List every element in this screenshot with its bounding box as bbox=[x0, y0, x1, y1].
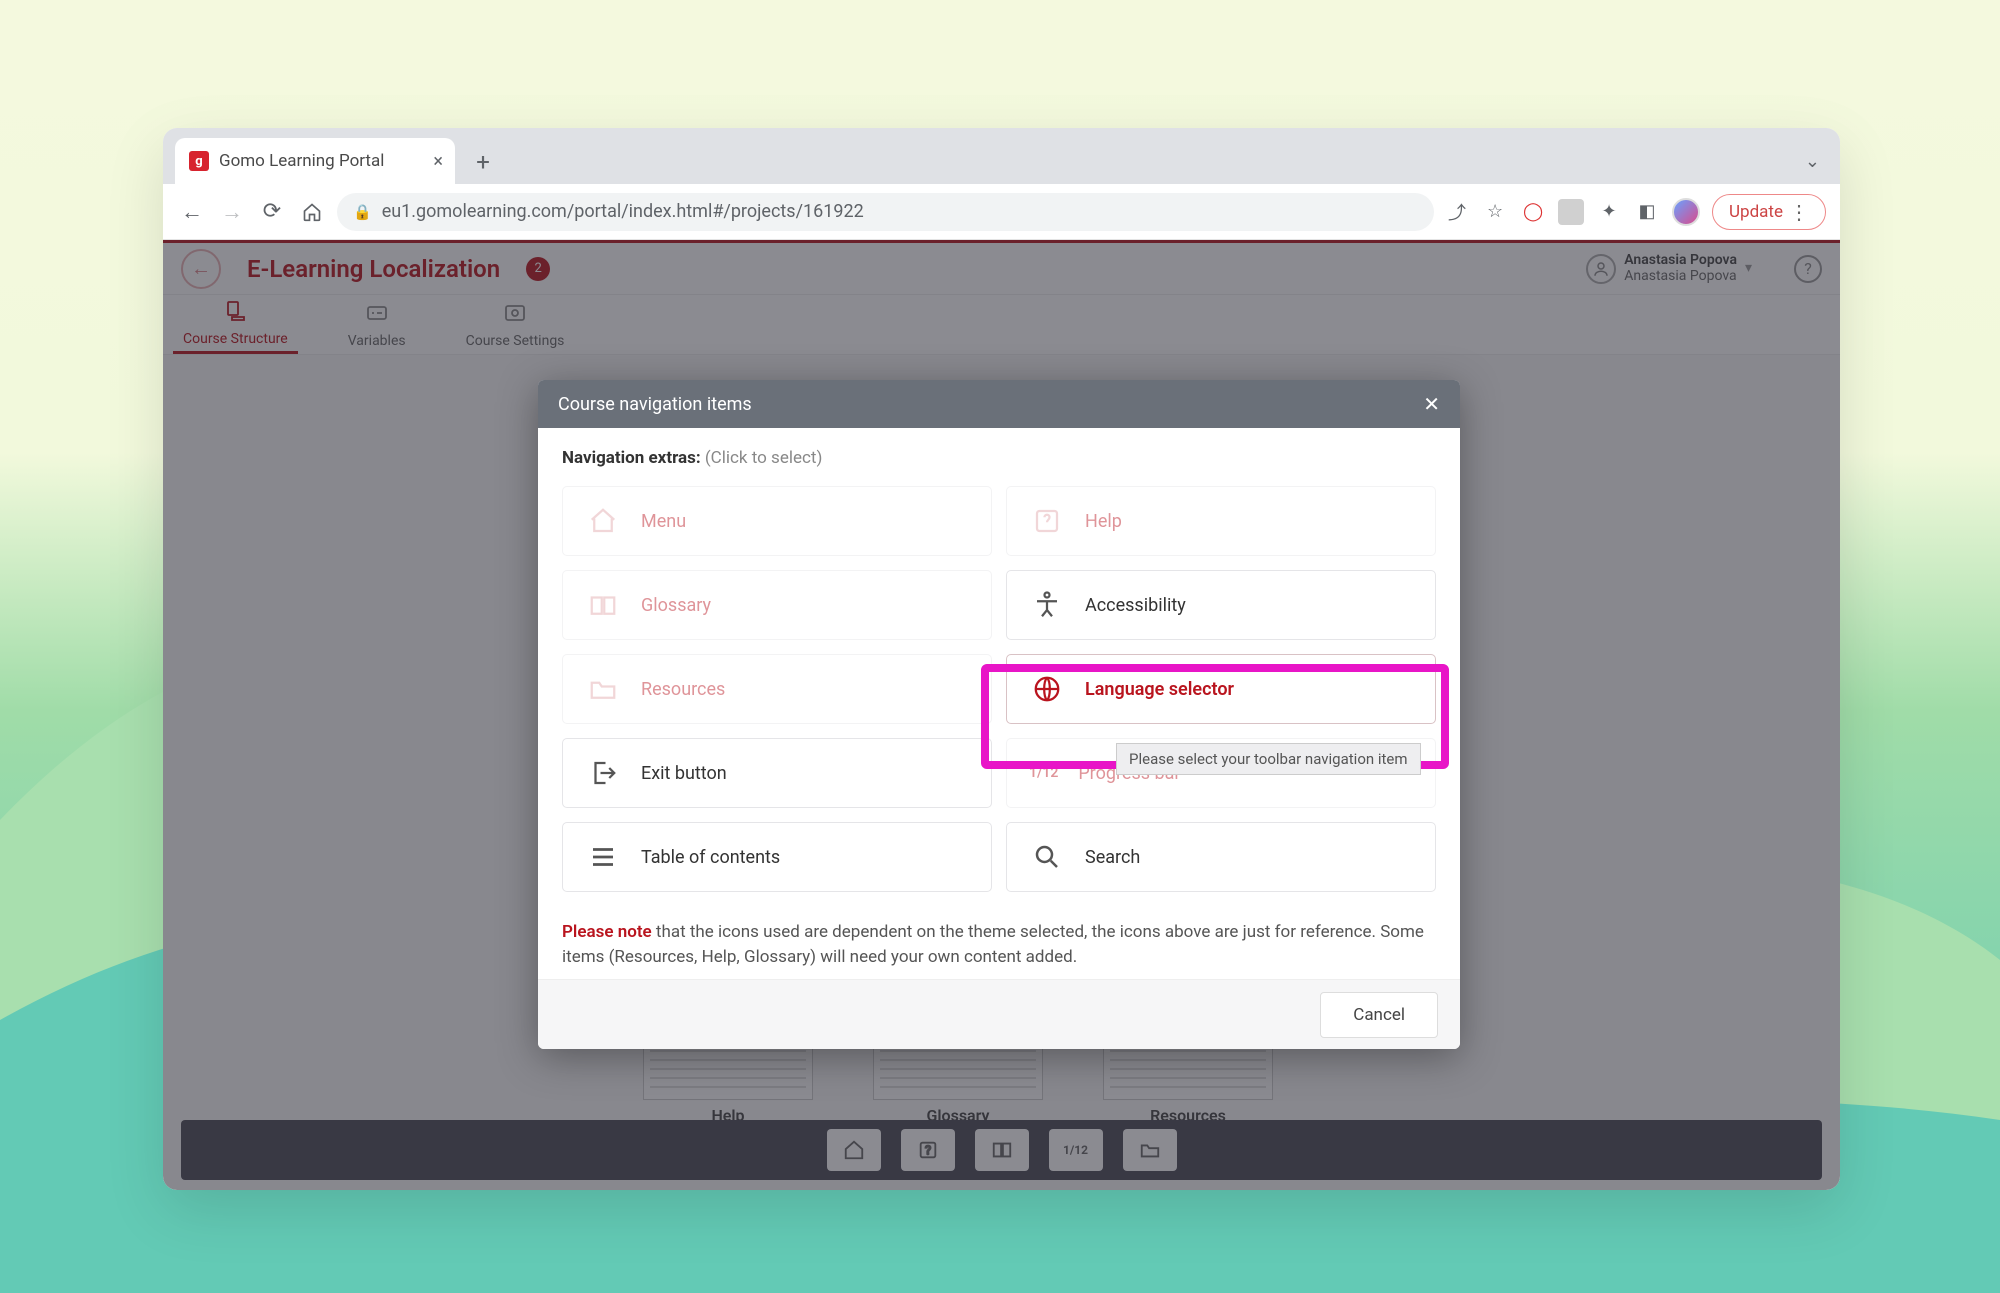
extension-box-icon[interactable] bbox=[1558, 199, 1584, 225]
course-navigation-modal: Course navigation items ✕ Navigation ext… bbox=[538, 380, 1460, 1049]
favicon-icon: g bbox=[189, 151, 209, 171]
note-bold: Please note bbox=[562, 922, 652, 942]
book-icon bbox=[585, 587, 621, 623]
hover-tooltip: Please select your toolbar navigation it… bbox=[1116, 743, 1421, 775]
browser-tab[interactable]: g Gomo Learning Portal × bbox=[175, 138, 455, 184]
extensions-puzzle-icon[interactable]: ✦ bbox=[1596, 199, 1622, 225]
share-icon[interactable]: ⤴ bbox=[1444, 199, 1470, 225]
nav-item-menu[interactable]: Menu bbox=[562, 486, 992, 556]
nav-item-search[interactable]: Search bbox=[1006, 822, 1436, 892]
folder-icon bbox=[585, 671, 621, 707]
url-text: eu1.gomolearning.com/portal/index.html#/… bbox=[382, 201, 864, 222]
nav-item-glossary[interactable]: Glossary bbox=[562, 570, 992, 640]
nav-item-label: Glossary bbox=[641, 595, 711, 616]
nav-item-label: Table of contents bbox=[641, 847, 780, 868]
url-bar[interactable]: 🔒 eu1.gomolearning.com/portal/index.html… bbox=[337, 193, 1434, 231]
tab-title: Gomo Learning Portal bbox=[219, 151, 384, 171]
update-label: Update bbox=[1729, 202, 1783, 222]
cancel-button[interactable]: Cancel bbox=[1320, 992, 1438, 1038]
globe-icon bbox=[1029, 671, 1065, 707]
nav-item-accessibility[interactable]: Accessibility bbox=[1006, 570, 1436, 640]
home-icon[interactable] bbox=[297, 197, 327, 227]
browser-toolbar: ← → ⟳ 🔒 eu1.gomolearning.com/portal/inde… bbox=[163, 184, 1840, 240]
lock-icon: 🔒 bbox=[353, 203, 372, 221]
nav-item-label: Language selector bbox=[1085, 679, 1234, 700]
modal-close-icon[interactable]: ✕ bbox=[1423, 392, 1440, 416]
modal-note: Please note that the icons used are depe… bbox=[562, 920, 1436, 969]
back-icon[interactable]: ← bbox=[177, 197, 207, 227]
nav-item-label: Resources bbox=[641, 679, 725, 700]
modal-header: Course navigation items ✕ bbox=[538, 380, 1460, 428]
menu-kebab-icon[interactable]: ⋮ bbox=[1789, 200, 1809, 224]
exit-icon bbox=[585, 755, 621, 791]
update-button[interactable]: Update ⋮ bbox=[1712, 194, 1826, 230]
nav-item-label: Exit button bbox=[641, 763, 727, 784]
question-icon bbox=[1029, 503, 1065, 539]
nav-item-exit[interactable]: Exit button bbox=[562, 738, 992, 808]
tab-strip: g Gomo Learning Portal × + ⌄ bbox=[163, 128, 1840, 184]
modal-footer: Cancel bbox=[538, 979, 1460, 1049]
browser-window: g Gomo Learning Portal × + ⌄ ← → ⟳ 🔒 eu1… bbox=[163, 128, 1840, 1190]
nav-extras-label: Navigation extras: (Click to select) bbox=[562, 448, 1436, 468]
nav-item-language-selector[interactable]: Language selector bbox=[1006, 654, 1436, 724]
search-icon bbox=[1029, 839, 1065, 875]
reload-icon[interactable]: ⟳ bbox=[257, 197, 287, 227]
nav-item-help[interactable]: Help bbox=[1006, 486, 1436, 556]
home-icon bbox=[585, 503, 621, 539]
modal-title: Course navigation items bbox=[558, 394, 752, 415]
sidepanel-icon[interactable]: ◧ bbox=[1634, 199, 1660, 225]
note-text: that the icons used are dependent on the… bbox=[562, 922, 1424, 967]
extension-opera-icon[interactable]: ◯ bbox=[1520, 199, 1546, 225]
bookmark-icon[interactable]: ☆ bbox=[1482, 199, 1508, 225]
nav-item-toc[interactable]: Table of contents bbox=[562, 822, 992, 892]
new-tab-button[interactable]: + bbox=[467, 146, 499, 178]
nav-item-label: Accessibility bbox=[1085, 595, 1186, 616]
forward-icon[interactable]: → bbox=[217, 197, 247, 227]
progress-fraction-icon: 1/12 bbox=[1029, 765, 1058, 781]
app-content: ← E-Learning Localization 2 Anastasia Po… bbox=[163, 240, 1840, 1190]
accessibility-icon bbox=[1029, 587, 1065, 623]
label-hint: (Click to select) bbox=[705, 448, 823, 468]
list-icon bbox=[585, 839, 621, 875]
nav-item-label: Help bbox=[1085, 511, 1122, 532]
tab-close-icon[interactable]: × bbox=[433, 151, 443, 172]
profile-avatar[interactable] bbox=[1672, 198, 1700, 226]
nav-item-label: Search bbox=[1085, 847, 1140, 868]
label-bold: Navigation extras: bbox=[562, 448, 701, 468]
tabs-dropdown-icon[interactable]: ⌄ bbox=[1805, 151, 1820, 172]
nav-item-label: Menu bbox=[641, 511, 686, 532]
nav-item-resources[interactable]: Resources bbox=[562, 654, 992, 724]
